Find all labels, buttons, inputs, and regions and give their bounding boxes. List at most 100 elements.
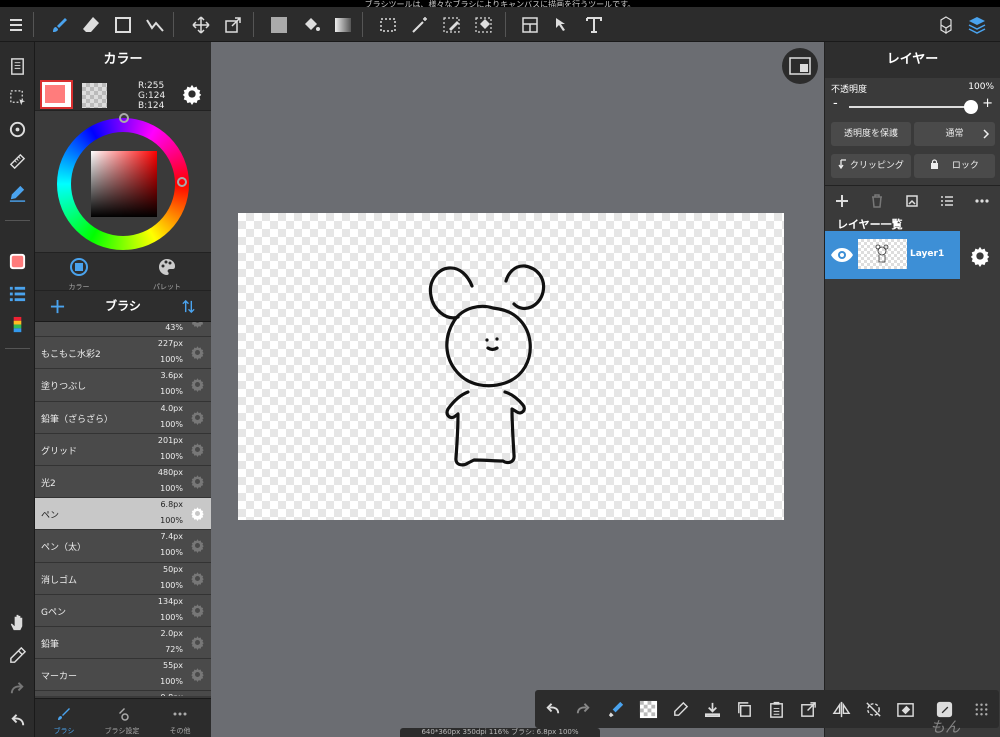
brush-settings-gear-icon[interactable] xyxy=(190,506,205,522)
lock-button[interactable]: ロック xyxy=(914,154,995,178)
clipping-button[interactable]: クリッピング xyxy=(831,154,911,178)
page-icon[interactable] xyxy=(3,53,32,79)
brush-eraser-toggle-icon[interactable] xyxy=(603,696,629,722)
copy-icon[interactable] xyxy=(731,696,757,722)
sort-icon[interactable] xyxy=(181,299,196,314)
tab-palette[interactable]: パレット xyxy=(123,253,211,291)
menu-icon[interactable] xyxy=(1,7,31,42)
background-color-swatch[interactable] xyxy=(82,83,107,108)
brush-settings-gear-icon[interactable] xyxy=(190,571,205,586)
drawing-canvas[interactable] xyxy=(238,213,784,520)
brush-item[interactable]: Gペン 134px 100% xyxy=(35,594,211,627)
navigator-button[interactable] xyxy=(782,48,818,84)
erase-all-icon[interactable] xyxy=(892,696,918,722)
brush-settings-gear-icon[interactable] xyxy=(190,442,205,457)
brush-list-icon[interactable] xyxy=(3,280,32,306)
ruler-icon[interactable] xyxy=(3,148,32,174)
select-pen-icon[interactable] xyxy=(437,7,467,42)
tab-color[interactable]: カラー xyxy=(35,253,123,291)
opacity-slider[interactable]: - + xyxy=(831,96,995,114)
brush-item[interactable]: 鉛筆（ざらざら） 4.0px 100% xyxy=(35,401,211,434)
move-icon[interactable] xyxy=(186,7,216,42)
tab-other[interactable]: その他 xyxy=(151,699,209,737)
brush-item[interactable]: 塗りつぶし 3.6px 100% xyxy=(35,369,211,402)
rotate-reset-icon[interactable] xyxy=(860,696,886,722)
foreground-color-swatch[interactable] xyxy=(40,80,73,109)
color-icon[interactable] xyxy=(3,248,32,274)
layers-icon[interactable] xyxy=(962,7,992,42)
saturation-value-square[interactable] xyxy=(91,151,157,217)
snap-pen-icon[interactable] xyxy=(3,180,32,206)
text-icon[interactable] xyxy=(579,7,609,42)
brush-item[interactable]: 鉛筆 2.0px 72% xyxy=(35,626,211,660)
dropper-icon[interactable] xyxy=(667,696,693,722)
brush-settings-gear-icon[interactable] xyxy=(190,322,205,328)
brush-settings-gear-icon[interactable] xyxy=(190,538,205,554)
eraser-icon[interactable] xyxy=(76,7,106,42)
hue-marker[interactable] xyxy=(119,113,129,123)
opacity-knob[interactable] xyxy=(964,100,978,114)
color-settings-gear-icon[interactable] xyxy=(181,83,203,105)
tab-brush-settings[interactable]: ブラシ設定 xyxy=(93,699,151,737)
magic-wand-icon[interactable] xyxy=(405,7,435,42)
selection-icon[interactable] xyxy=(3,84,32,110)
add-layer-icon[interactable] xyxy=(831,190,853,212)
protect-alpha-button[interactable]: 透明度を保護 xyxy=(831,122,911,146)
rotate-icon[interactable] xyxy=(3,116,32,142)
brush-settings-gear-icon[interactable] xyxy=(190,667,205,683)
transparent-color-icon[interactable] xyxy=(635,696,661,722)
brush-item[interactable]: 9.8px xyxy=(35,691,211,696)
flip-icon[interactable] xyxy=(828,696,854,722)
redo-icon[interactable] xyxy=(570,696,596,722)
merge-layer-icon[interactable] xyxy=(901,190,923,212)
brush-item[interactable]: グリッド 201px 100% xyxy=(35,433,211,466)
brush-icon[interactable] xyxy=(45,7,75,42)
layer-row[interactable]: Layer1 xyxy=(825,231,960,279)
select-eraser-icon[interactable] xyxy=(469,7,499,42)
save-icon[interactable] xyxy=(699,696,725,722)
sv-marker[interactable] xyxy=(177,177,187,187)
layer-settings-gear-icon[interactable] xyxy=(969,245,991,267)
grid-menu-icon[interactable] xyxy=(968,696,994,722)
brush-item[interactable]: 光2 480px 100% xyxy=(35,465,211,499)
brush-item[interactable]: ペン（太） 7.4px 100% xyxy=(35,530,211,563)
shape-icon[interactable] xyxy=(108,7,138,42)
layer-list-icon[interactable] xyxy=(936,190,958,212)
brush-item[interactable]: 43% xyxy=(35,322,211,338)
brush-settings-gear-icon[interactable] xyxy=(190,377,205,393)
brush-settings-gear-icon[interactable] xyxy=(190,474,205,489)
materials-icon[interactable] xyxy=(931,7,961,42)
redo-icon[interactable] xyxy=(3,675,32,701)
select-icon[interactable] xyxy=(373,7,403,42)
brush-item[interactable]: ペン 6.8px 100% xyxy=(35,498,211,531)
undo-icon[interactable] xyxy=(539,696,565,722)
brush-settings-gear-icon[interactable] xyxy=(190,635,205,650)
blend-mode-button[interactable]: 通常 xyxy=(914,122,995,146)
fill-icon[interactable] xyxy=(264,7,294,42)
export-icon[interactable] xyxy=(795,696,821,722)
eye-icon[interactable] xyxy=(830,245,854,265)
panel-layout-icon[interactable] xyxy=(515,7,545,42)
gradient-icon[interactable] xyxy=(328,7,358,42)
brush-settings-gear-icon[interactable] xyxy=(190,410,205,425)
brush-settings-gear-icon[interactable] xyxy=(190,603,205,618)
brush-size: 55px xyxy=(163,661,183,671)
opacity-decrease-button[interactable]: - xyxy=(833,96,838,111)
operation-icon[interactable] xyxy=(547,7,577,42)
brush-item[interactable]: マーカー 55px 100% xyxy=(35,659,211,692)
paste-icon[interactable] xyxy=(763,696,789,722)
palette-strip-icon[interactable] xyxy=(3,312,32,338)
layer-more-icon[interactable] xyxy=(971,190,993,212)
bucket-icon[interactable] xyxy=(296,7,326,42)
opacity-increase-button[interactable]: + xyxy=(982,96,993,111)
brush-settings-gear-icon[interactable] xyxy=(190,345,205,361)
tab-brush[interactable]: ブラシ xyxy=(35,699,93,737)
eyedropper-icon[interactable] xyxy=(3,642,32,668)
brush-item[interactable]: もこもこ水彩2 227px 100% xyxy=(35,337,211,370)
fill-line-icon[interactable] xyxy=(140,7,170,42)
hand-icon[interactable] xyxy=(3,609,32,635)
delete-layer-icon[interactable] xyxy=(866,190,888,212)
transform-icon[interactable] xyxy=(218,7,248,42)
brush-item[interactable]: 消しゴム 50px 100% xyxy=(35,562,211,595)
undo-icon[interactable] xyxy=(3,707,32,733)
